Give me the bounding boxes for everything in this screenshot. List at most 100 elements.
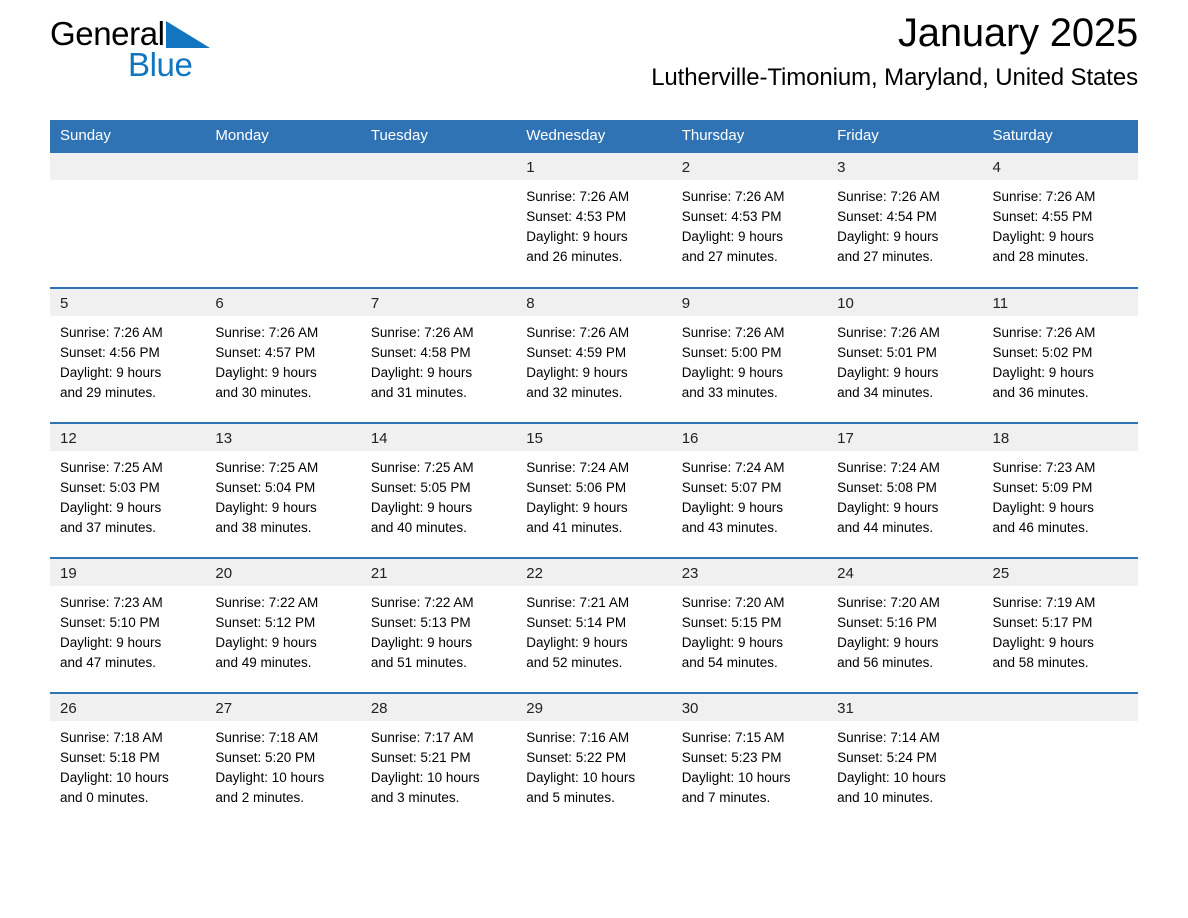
- calendar-day-cell[interactable]: 6 Sunrise: 7:26 AM Sunset: 4:57 PM Daylight…: [205, 287, 361, 423]
- calendar-day-cell[interactable]: 15 Sunrise: 7:24 AM Sunset: 5:06 PM Dayligh…: [516, 422, 672, 558]
- sunset-time: Sunset: 5:13 PM: [370, 615, 471, 630]
- day-details: Sunrise: 7:26 AM Sunset: 4:53 PM Daylight:…: [516, 180, 671, 267]
- calendar-day-cell[interactable]: 18 Sunrise: 7:23 AM Sunset: 5:09 PM Dayligh…: [982, 422, 1138, 558]
- day-number: 17: [827, 424, 983, 451]
- calendar-day-cell[interactable]: 29 Sunrise: 7:16 AM Sunset: 5:22 PM Dayligh…: [516, 692, 672, 828]
- daylight-duration-line1: Daylight: 9 hours: [681, 365, 783, 380]
- sunrise-time: Sunrise: 7:20 AM: [837, 595, 940, 610]
- sunrise-time: Sunrise: 7:24 AM: [837, 460, 940, 475]
- calendar-day-cell[interactable]: 30 Sunrise: 7:15 AM Sunset: 5:23 PM Dayligh…: [671, 692, 828, 828]
- day-number: 12: [50, 424, 206, 451]
- daylight-duration-line2: and 46 minutes.: [992, 520, 1089, 535]
- sunrise-time: Sunrise: 7:23 AM: [60, 595, 163, 610]
- brand-logo[interactable]: General Blue: [50, 13, 250, 91]
- sunset-time: Sunset: 5:03 PM: [60, 480, 160, 495]
- calendar-day-cell[interactable]: 28 Sunrise: 7:17 AM Sunset: 5:21 PM Dayligh…: [360, 692, 517, 828]
- daylight-duration-line2: and 28 minutes.: [992, 249, 1089, 264]
- day-number: [50, 153, 206, 180]
- weekday-header-thursday: Thursday: [671, 120, 828, 153]
- daylight-duration-line2: and 27 minutes.: [681, 249, 778, 264]
- calendar-day-cell[interactable]: 11 Sunrise: 7:26 AM Sunset: 5:02 PM Dayligh…: [982, 287, 1138, 423]
- day-number: 2: [671, 153, 828, 180]
- sunset-time: Sunset: 4:53 PM: [526, 209, 627, 224]
- daylight-duration-line2: and 41 minutes.: [526, 520, 623, 535]
- calendar-day-cell[interactable]: 8 Sunrise: 7:26 AM Sunset: 4:59 PM Daylight…: [516, 287, 672, 423]
- day-details: Sunrise: 7:15 AM Sunset: 5:23 PM Daylight:…: [672, 721, 827, 808]
- calendar-day-cell[interactable]: 3 Sunrise: 7:26 AM Sunset: 4:54 PM Daylight…: [827, 153, 983, 288]
- day-details: Sunrise: 7:17 AM Sunset: 5:21 PM Daylight:…: [361, 721, 516, 808]
- calendar-day-cell[interactable]: 21 Sunrise: 7:22 AM Sunset: 5:13 PM Dayligh…: [360, 557, 517, 693]
- sunset-time: Sunset: 5:15 PM: [681, 615, 782, 630]
- calendar-day-cell[interactable]: 19 Sunrise: 7:23 AM Sunset: 5:10 PM Dayligh…: [50, 557, 206, 693]
- sunset-time: Sunset: 5:22 PM: [526, 750, 627, 765]
- day-number: 21: [360, 559, 517, 586]
- day-details: Sunrise: 7:22 AM Sunset: 5:13 PM Daylight:…: [361, 586, 516, 673]
- day-number: 8: [516, 289, 672, 316]
- day-details: Sunrise: 7:24 AM Sunset: 5:07 PM Daylight:…: [672, 451, 827, 538]
- day-number: 28: [360, 694, 517, 721]
- sunset-time: Sunset: 4:53 PM: [681, 209, 782, 224]
- daylight-duration-line2: and 32 minutes.: [526, 385, 623, 400]
- weekday-header-sunday: Sunday: [50, 120, 206, 153]
- day-details: Sunrise: 7:20 AM Sunset: 5:15 PM Daylight:…: [672, 586, 827, 673]
- calendar-day-cell[interactable]: 17 Sunrise: 7:24 AM Sunset: 5:08 PM Dayligh…: [827, 422, 983, 558]
- calendar-day-cell[interactable]: 13 Sunrise: 7:25 AM Sunset: 5:04 PM Dayligh…: [205, 422, 361, 558]
- daylight-duration-line1: Daylight: 9 hours: [681, 500, 783, 515]
- calendar-day-cell[interactable]: 26 Sunrise: 7:18 AM Sunset: 5:18 PM Dayligh…: [50, 692, 206, 828]
- calendar-day-cell[interactable]: 25 Sunrise: 7:19 AM Sunset: 5:17 PM Dayligh…: [982, 557, 1138, 693]
- daylight-duration-line1: Daylight: 9 hours: [681, 229, 783, 244]
- calendar-day-cell[interactable]: 23 Sunrise: 7:20 AM Sunset: 5:15 PM Dayligh…: [671, 557, 828, 693]
- calendar-day-cell[interactable]: 20 Sunrise: 7:22 AM Sunset: 5:12 PM Dayligh…: [205, 557, 361, 693]
- daylight-duration-line2: and 34 minutes.: [837, 385, 934, 400]
- daylight-duration-line1: Daylight: 9 hours: [837, 500, 939, 515]
- sunrise-time: Sunrise: 7:25 AM: [60, 460, 163, 475]
- calendar-day-cell[interactable]: 12 Sunrise: 7:25 AM Sunset: 5:03 PM Dayligh…: [50, 422, 206, 558]
- sunrise-time: Sunrise: 7:24 AM: [681, 460, 785, 475]
- calendar-day-cell-empty: [205, 153, 361, 288]
- sunrise-time: Sunrise: 7:26 AM: [370, 325, 474, 340]
- weekday-header-wednesday: Wednesday: [516, 120, 672, 153]
- sunrise-time: Sunrise: 7:26 AM: [992, 189, 1096, 204]
- day-details: Sunrise: 7:26 AM Sunset: 4:58 PM Daylight:…: [361, 316, 516, 403]
- calendar-day-cell[interactable]: 24 Sunrise: 7:20 AM Sunset: 5:16 PM Dayligh…: [827, 557, 983, 693]
- day-details: Sunrise: 7:22 AM Sunset: 5:12 PM Daylight:…: [205, 586, 360, 673]
- daylight-duration-line2: and 58 minutes.: [992, 655, 1089, 670]
- daylight-duration-line1: Daylight: 10 hours: [60, 770, 169, 785]
- day-number: [205, 153, 361, 180]
- calendar-day-cell[interactable]: 9 Sunrise: 7:26 AM Sunset: 5:00 PM Daylight…: [671, 287, 828, 423]
- day-details: [205, 180, 360, 187]
- calendar-day-cell[interactable]: 7 Sunrise: 7:26 AM Sunset: 4:58 PM Daylight…: [360, 287, 517, 423]
- sunrise-time: Sunrise: 7:20 AM: [681, 595, 785, 610]
- daylight-duration-line1: Daylight: 9 hours: [526, 365, 628, 380]
- daylight-duration-line1: Daylight: 9 hours: [526, 500, 628, 515]
- calendar-day-cell[interactable]: 27 Sunrise: 7:18 AM Sunset: 5:20 PM Dayligh…: [205, 692, 361, 828]
- calendar-day-cell[interactable]: 10 Sunrise: 7:26 AM Sunset: 5:01 PM Dayligh…: [827, 287, 983, 423]
- calendar-day-cell[interactable]: 5 Sunrise: 7:26 AM Sunset: 4:56 PM Daylight…: [50, 287, 206, 423]
- daylight-duration-line1: Daylight: 9 hours: [837, 229, 939, 244]
- day-number: 24: [827, 559, 983, 586]
- sunset-time: Sunset: 4:56 PM: [60, 345, 160, 360]
- calendar-day-cell[interactable]: 31 Sunrise: 7:14 AM Sunset: 5:24 PM Dayligh…: [827, 692, 983, 828]
- day-number: 5: [50, 289, 206, 316]
- day-details: Sunrise: 7:23 AM Sunset: 5:09 PM Daylight:…: [983, 451, 1138, 538]
- calendar-day-cell[interactable]: 2 Sunrise: 7:26 AM Sunset: 4:53 PM Daylight…: [671, 153, 828, 288]
- daylight-duration-line1: Daylight: 9 hours: [215, 635, 317, 650]
- sunset-time: Sunset: 5:04 PM: [215, 480, 316, 495]
- calendar-day-cell[interactable]: 1 Sunrise: 7:26 AM Sunset: 4:53 PM Daylight…: [516, 153, 672, 288]
- day-number: 23: [671, 559, 828, 586]
- day-details: Sunrise: 7:19 AM Sunset: 5:17 PM Daylight:…: [983, 586, 1138, 673]
- calendar-day-cell[interactable]: 14 Sunrise: 7:25 AM Sunset: 5:05 PM Dayligh…: [360, 422, 517, 558]
- daylight-duration-line2: and 30 minutes.: [215, 385, 312, 400]
- day-details: [983, 721, 1138, 728]
- daylight-duration-line2: and 2 minutes.: [215, 790, 304, 805]
- sunset-time: Sunset: 5:24 PM: [837, 750, 937, 765]
- calendar-day-cell[interactable]: 16 Sunrise: 7:24 AM Sunset: 5:07 PM Dayligh…: [671, 422, 828, 558]
- calendar-day-cell-empty: [982, 692, 1138, 828]
- day-details: Sunrise: 7:18 AM Sunset: 5:20 PM Daylight:…: [205, 721, 360, 808]
- day-details: Sunrise: 7:18 AM Sunset: 5:18 PM Daylight:…: [50, 721, 205, 808]
- day-number: 3: [827, 153, 983, 180]
- day-number: 25: [982, 559, 1138, 586]
- calendar-day-cell[interactable]: 22 Sunrise: 7:21 AM Sunset: 5:14 PM Dayligh…: [516, 557, 672, 693]
- calendar-day-cell[interactable]: 4 Sunrise: 7:26 AM Sunset: 4:55 PM Daylight…: [982, 153, 1138, 288]
- sunset-time: Sunset: 5:12 PM: [215, 615, 316, 630]
